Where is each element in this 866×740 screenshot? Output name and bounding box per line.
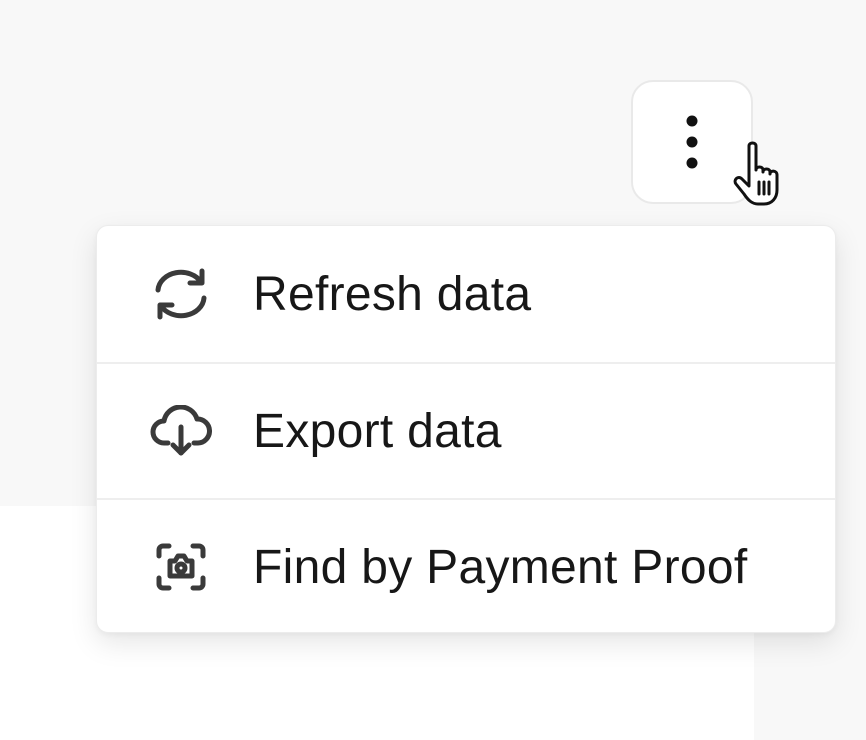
menu-item-label: Refresh data: [253, 267, 532, 321]
menu-item-refresh-data[interactable]: Refresh data: [97, 226, 835, 362]
menu-item-find-by-payment-proof[interactable]: Find by Payment Proof: [97, 498, 835, 632]
refresh-icon: [149, 262, 213, 326]
dropdown-menu: Refresh data Export data Find by Payment…: [96, 225, 836, 633]
cloud-download-icon: [149, 399, 213, 463]
menu-item-export-data[interactable]: Export data: [97, 362, 835, 498]
page: Refresh data Export data Find by Payment…: [0, 0, 866, 740]
more-vertical-icon: [686, 115, 698, 169]
menu-item-label: Find by Payment Proof: [253, 540, 748, 594]
menu-item-label: Export data: [253, 404, 502, 458]
scan-camera-icon: [149, 535, 213, 599]
more-options-button[interactable]: [631, 80, 753, 204]
